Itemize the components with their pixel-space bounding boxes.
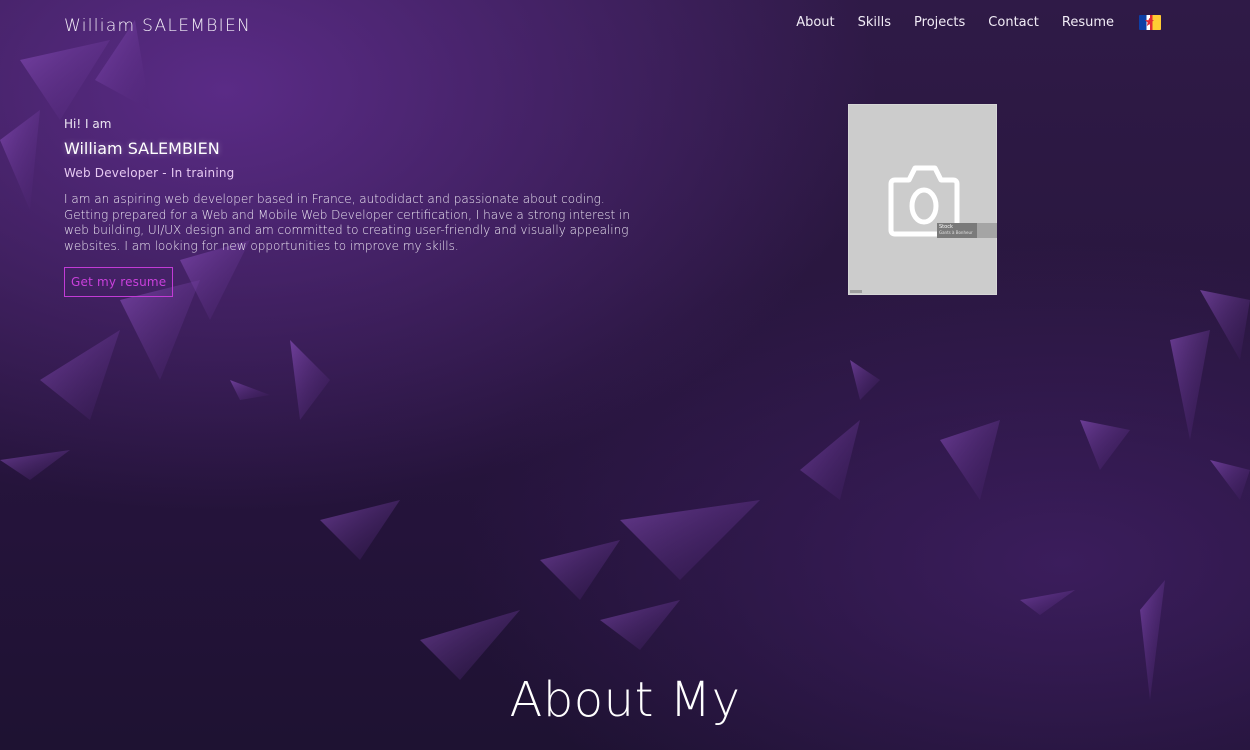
background-art (0, 20, 1250, 700)
nav-projects[interactable]: Projects (914, 15, 965, 30)
about-section-title: About My (509, 672, 741, 728)
stock-thumbnail (977, 223, 997, 238)
nav-skills[interactable]: Skills (858, 15, 891, 30)
main-nav: About Skills Projects Contact Resume (796, 12, 1250, 32)
hero-role: Web Developer - In training (64, 166, 235, 180)
site-brand[interactable]: William SALEMBIEN (64, 16, 251, 36)
hero-section: Hi! I am William SALEMBIEN Web Developer… (64, 117, 634, 297)
hero-greeting: Hi! I am (64, 117, 112, 131)
photo-credit-mark (850, 290, 862, 293)
nav-resume[interactable]: Resume (1062, 15, 1114, 30)
language-flag-icon[interactable] (1139, 14, 1161, 30)
stock-watermark: Stock Gants à Bonheur (937, 223, 997, 238)
hero-bio: I am an aspiring web developer based in … (64, 192, 630, 253)
hero-name: William SALEMBIEN (64, 139, 220, 158)
nav-about[interactable]: About (796, 15, 834, 30)
profile-photo-placeholder: Stock Gants à Bonheur (848, 104, 997, 295)
stock-subtitle: Gants à Bonheur (939, 230, 973, 235)
get-resume-button[interactable]: Get my resume (64, 267, 174, 297)
nav-contact[interactable]: Contact (988, 15, 1039, 30)
